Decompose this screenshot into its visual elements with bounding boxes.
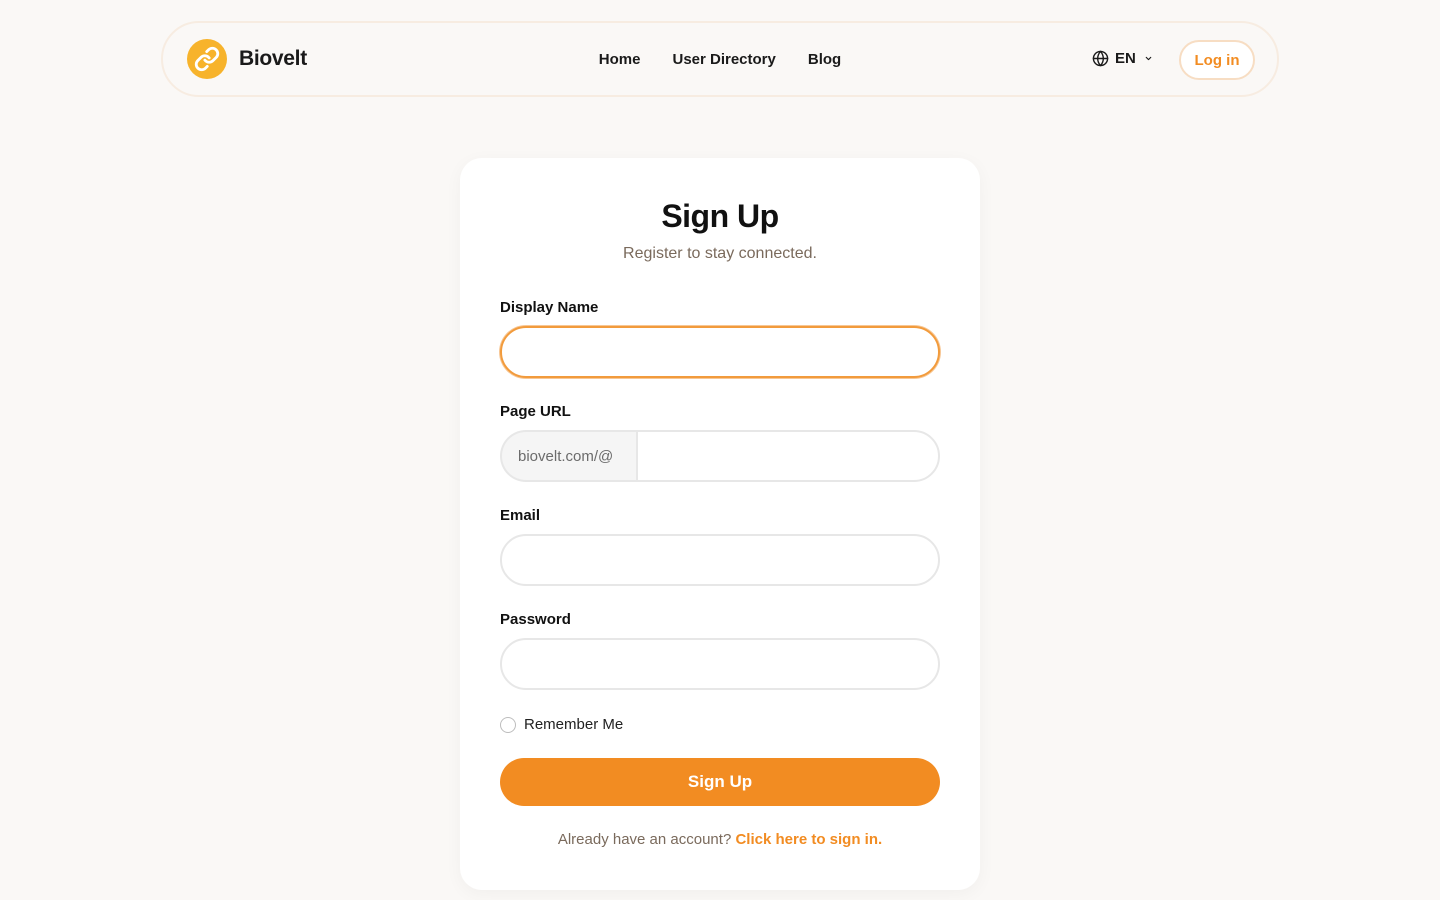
password-label: Password [500, 611, 571, 628]
link-icon [187, 39, 227, 79]
globe-icon [1092, 50, 1109, 67]
page-url-label: Page URL [500, 403, 571, 420]
language-code: EN [1115, 50, 1136, 67]
brand-name: Biovelt [239, 47, 307, 70]
signin-link[interactable]: Click here to sign in. [735, 831, 882, 848]
page-url-field[interactable] [636, 430, 940, 482]
sign-up-button[interactable]: Sign Up [500, 758, 940, 806]
remember-me-option[interactable]: Remember Me [500, 716, 623, 733]
nav-link-user-directory[interactable]: User Directory [672, 51, 775, 68]
language-selector[interactable]: EN [1092, 50, 1153, 67]
email-label: Email [500, 507, 541, 524]
page-title: Sign Up [661, 198, 779, 234]
page-url-prefix: biovelt.com/@ [500, 430, 636, 482]
remember-me-label: Remember Me [524, 716, 624, 733]
top-navbar: Biovelt Home User Directory Blog EN Log … [161, 21, 1279, 97]
remember-me-radio[interactable] [500, 716, 516, 733]
signup-card: Sign Up Register to stay connected. Disp… [460, 158, 980, 890]
nav-link-blog[interactable]: Blog [808, 51, 841, 68]
display-name-field[interactable] [500, 326, 940, 378]
page-subtitle: Register to stay connected. [623, 245, 817, 262]
login-button[interactable]: Log in [1179, 40, 1255, 80]
signin-prompt: Already have an account? Click here to s… [460, 831, 980, 848]
password-field[interactable] [500, 638, 940, 690]
display-name-label: Display Name [500, 299, 599, 316]
email-field[interactable] [500, 534, 940, 586]
signin-prompt-text: Already have an account? [557, 831, 732, 848]
nav-link-home[interactable]: Home [599, 51, 641, 68]
chevron-down-icon [1144, 54, 1153, 63]
brand-logo[interactable]: Biovelt [187, 39, 307, 79]
